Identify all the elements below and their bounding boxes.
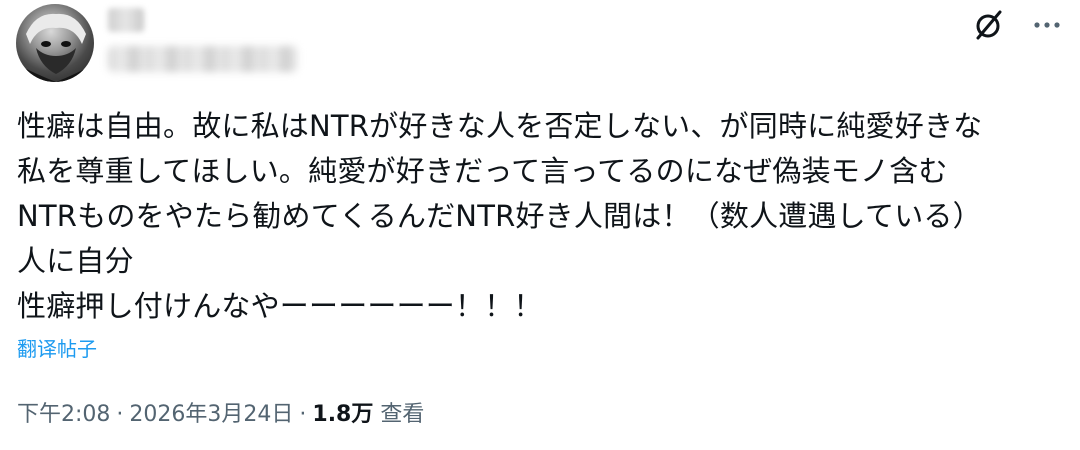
user-avatar-icon <box>16 13 94 82</box>
post-text-line: 私を尊重してほしい。純愛が好きだって言ってるのになぜ偽装モノ含む <box>17 154 948 188</box>
more-dots-icon[interactable] <box>1030 10 1064 40</box>
grok-slash-icon[interactable] <box>972 8 1006 42</box>
post-time[interactable]: 下午2:08 <box>17 402 110 427</box>
author-handle-blurred[interactable] <box>108 46 298 72</box>
post-text-line: 性癖は自由。故に私はNTRが好きな人を否定しない、が同時に純愛好きな <box>17 109 983 143</box>
post-date[interactable]: 2026年3月24日 <box>129 402 293 427</box>
post-meta: 下午2:08 · 2026年3月24日 · 1.8万 查看 <box>17 396 424 428</box>
author-avatar[interactable] <box>16 4 94 82</box>
views-label: 查看 <box>380 402 425 427</box>
post-text-line: NTRものをやたら勧めてくるんだNTR好き人間は！（数人遭遇している） <box>17 199 982 233</box>
translate-post-link[interactable]: 翻译帖子 <box>17 333 97 362</box>
post-text-line: 性癖押し付けんなやーーーーーー！！！ <box>17 289 543 323</box>
post-text: 性癖は自由。故に私はNTRが好きな人を否定しない、が同時に純愛好きな 私を尊重し… <box>17 104 1067 329</box>
post-text-line: 人に自分 <box>17 244 134 278</box>
meta-separator: · <box>299 402 307 427</box>
meta-separator: · <box>116 402 124 427</box>
views-count: 1.8万 <box>312 402 374 427</box>
author-name-blurred[interactable] <box>108 8 144 32</box>
